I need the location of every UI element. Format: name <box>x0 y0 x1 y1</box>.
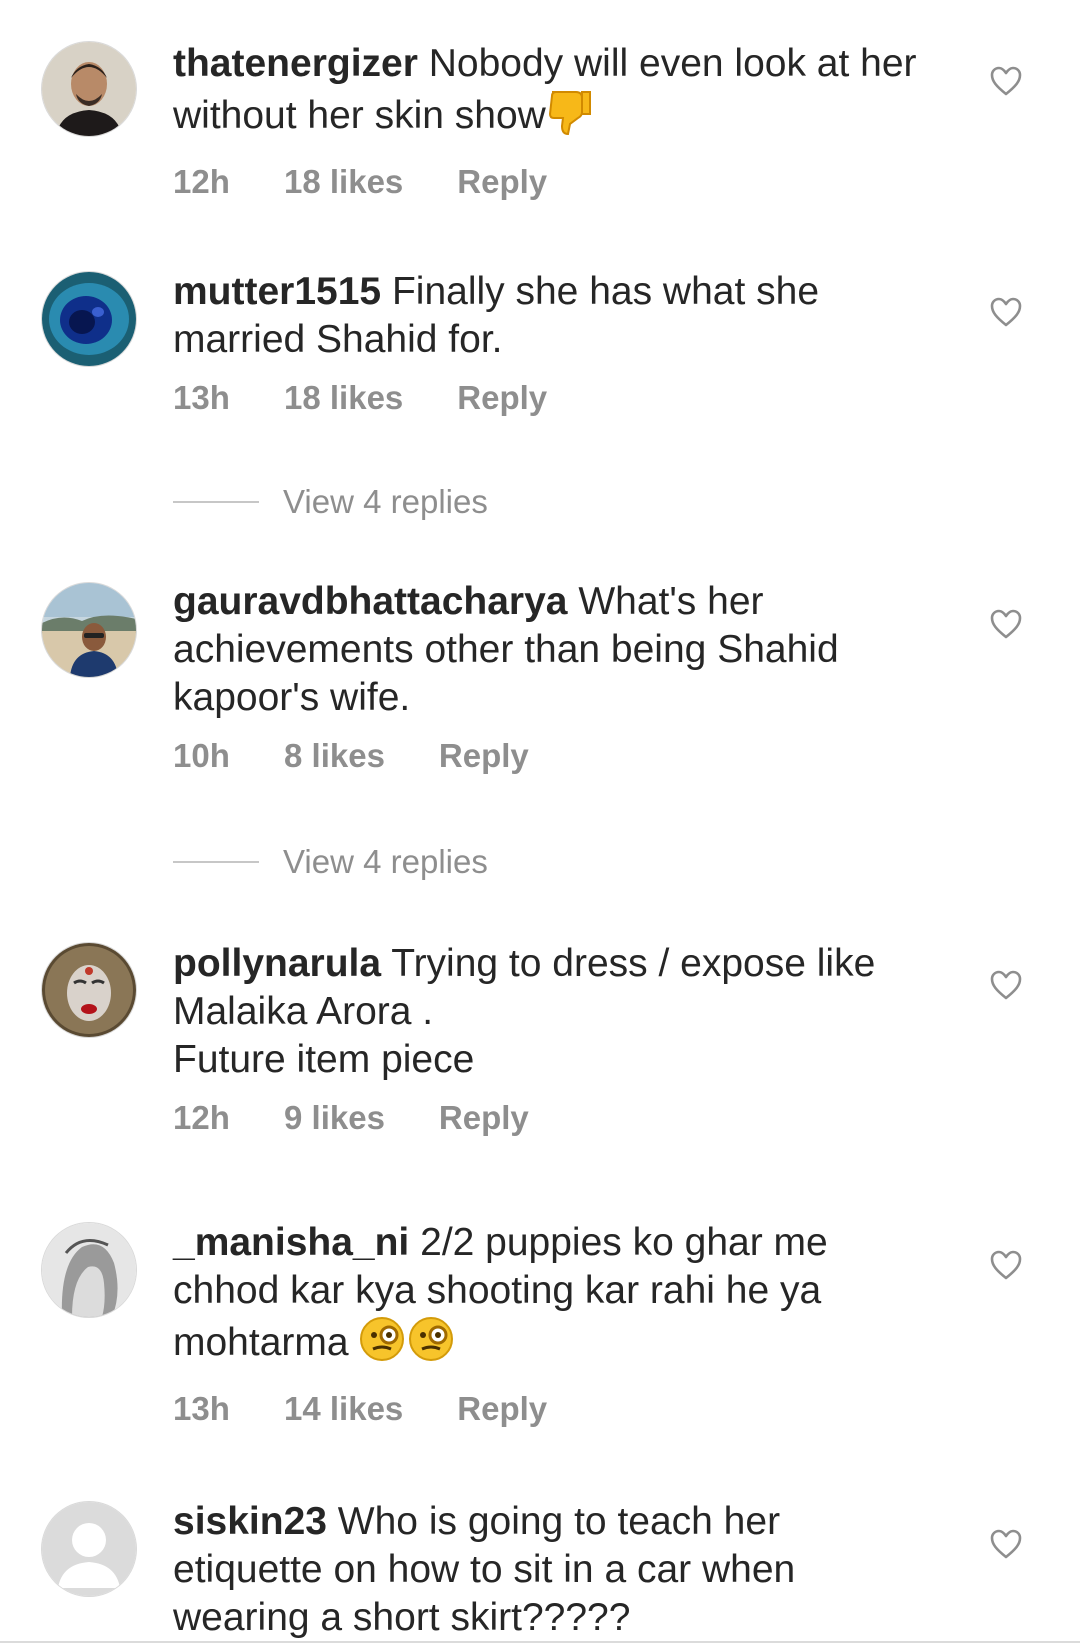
comment-likes[interactable]: 9 likes <box>284 1099 385 1137</box>
comment-username[interactable]: _manisha_ni <box>173 1221 409 1264</box>
comment-text: thatenergizer Nobody will even look at h… <box>173 40 953 148</box>
reply-button[interactable]: Reply <box>439 1099 529 1137</box>
comment-username[interactable]: mutter1515 <box>173 270 381 313</box>
comment-username[interactable]: thatenergizer <box>173 42 418 85</box>
heart-icon[interactable] <box>990 66 1022 96</box>
view-replies-label[interactable]: View 4 replies <box>283 483 488 521</box>
comment-time: 12h <box>173 1099 230 1136</box>
comment-likes[interactable]: 8 likes <box>284 737 385 775</box>
comment-meta: 10h 8 likes Reply <box>173 736 953 776</box>
comment-meta: 12h 18 likes Reply <box>173 162 953 202</box>
avatar[interactable] <box>42 272 136 366</box>
comment-time: 13h <box>173 1390 230 1427</box>
comment-time: 13h <box>173 379 230 416</box>
comment-likes[interactable]: 14 likes <box>284 1390 403 1428</box>
comment-text: mutter1515 Finally she has what she marr… <box>173 268 953 364</box>
comment-meta: 13h 18 likes Reply <box>173 378 953 418</box>
comment-text: gauravdbhattacharya What's her achieveme… <box>173 578 953 722</box>
avatar[interactable] <box>42 583 136 677</box>
reply-button[interactable]: Reply <box>457 379 547 417</box>
reply-button[interactable]: Reply <box>457 163 547 201</box>
divider <box>0 1641 1080 1643</box>
view-replies-button[interactable]: View 4 replies <box>173 842 773 882</box>
comment-username[interactable]: gauravdbhattacharya <box>173 580 567 623</box>
comment-text: _manisha_ni 2/2 puppies ko ghar me chhod… <box>173 1219 953 1375</box>
comment-text: pollynarula Trying to dress / expose lik… <box>173 940 953 1084</box>
comment-time: 12h <box>173 163 230 200</box>
view-replies-label[interactable]: View 4 replies <box>283 843 488 881</box>
comment-likes[interactable]: 18 likes <box>284 163 403 201</box>
default-avatar-icon[interactable] <box>42 1502 136 1596</box>
face-with-monocle-emoji-icon <box>359 1315 455 1375</box>
reply-button[interactable]: Reply <box>457 1390 547 1428</box>
heart-icon[interactable] <box>990 1529 1022 1559</box>
comment-likes[interactable]: 18 likes <box>284 379 403 417</box>
comment-meta: 12h 9 likes Reply <box>173 1098 953 1138</box>
thumbs-down-emoji-icon <box>546 88 592 148</box>
view-replies-divider <box>173 501 259 503</box>
heart-icon[interactable] <box>990 297 1022 327</box>
heart-icon[interactable] <box>990 609 1022 639</box>
avatar[interactable] <box>42 943 136 1037</box>
comment-text: siskin23 Who is going to teach her etiqu… <box>173 1498 953 1642</box>
heart-icon[interactable] <box>990 1250 1022 1280</box>
comment-username[interactable]: pollynarula <box>173 942 381 985</box>
avatar[interactable] <box>42 1223 136 1317</box>
view-replies-button[interactable]: View 4 replies <box>173 482 773 522</box>
comment-time: 10h <box>173 737 230 774</box>
avatar[interactable] <box>42 42 136 136</box>
heart-icon[interactable] <box>990 970 1022 1000</box>
reply-button[interactable]: Reply <box>439 737 529 775</box>
view-replies-divider <box>173 861 259 863</box>
comment-meta: 13h 14 likes Reply <box>173 1389 953 1429</box>
comment-username[interactable]: siskin23 <box>173 1500 327 1543</box>
